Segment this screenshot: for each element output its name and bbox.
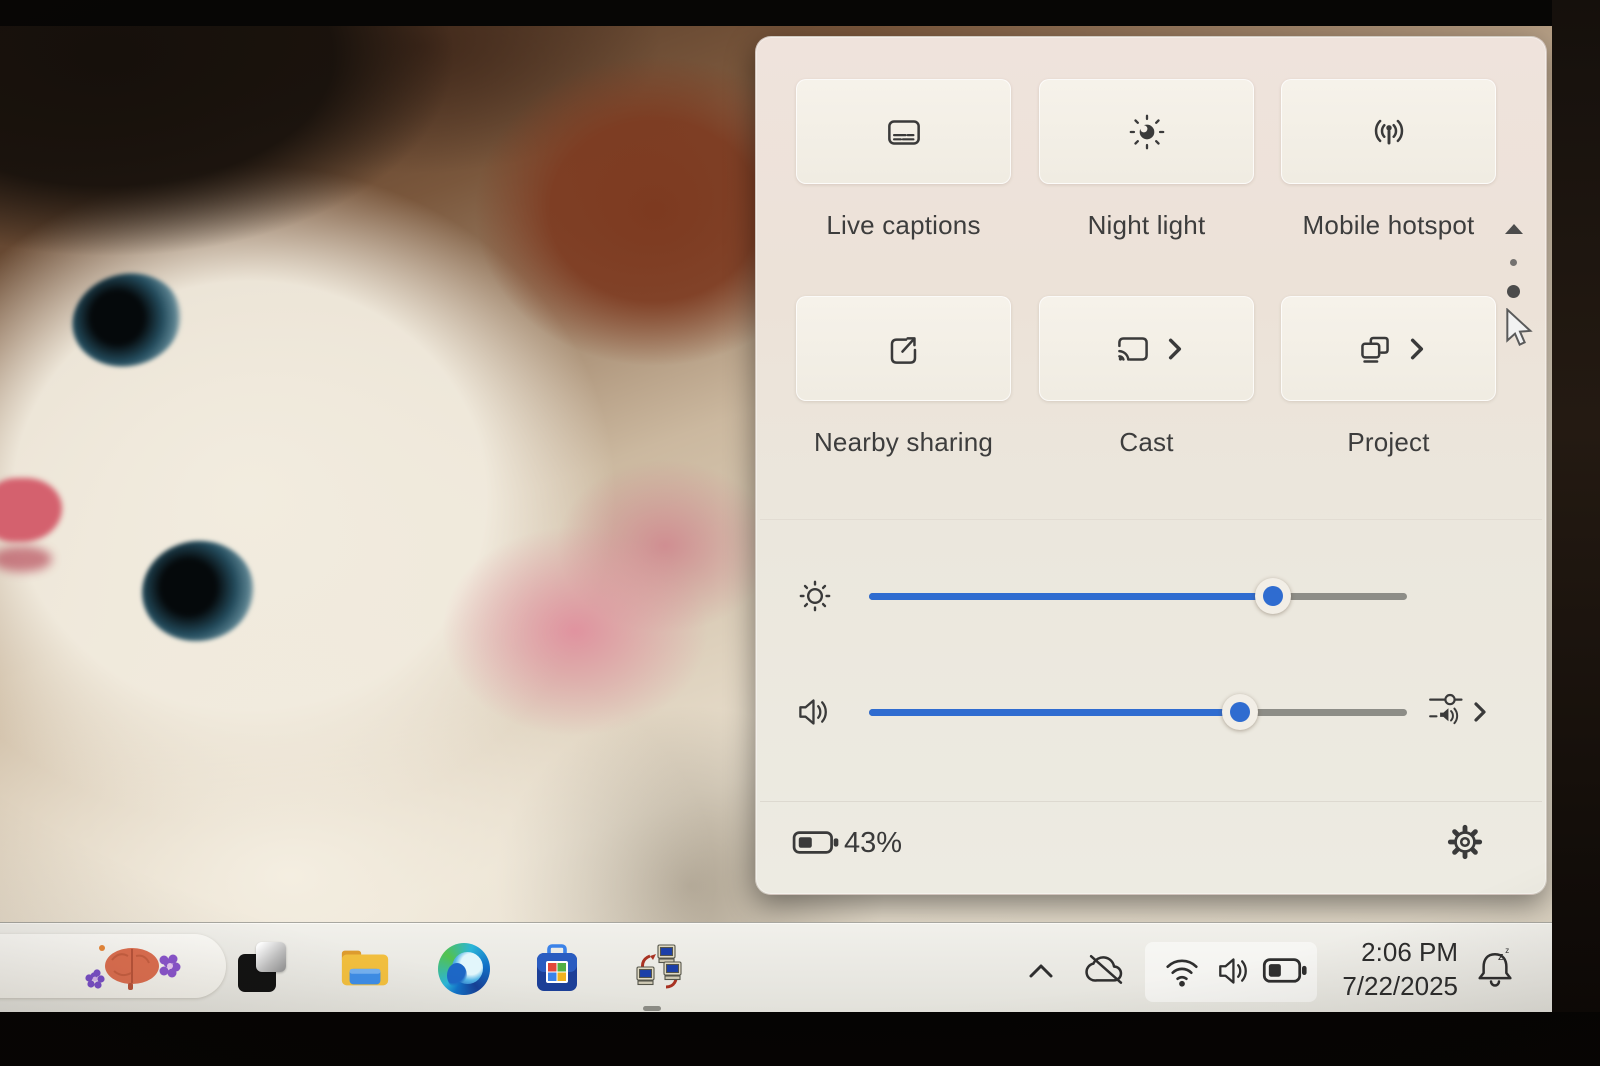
- screen-bezel: [1552, 0, 1600, 1066]
- kitten-mouth: [0, 546, 52, 572]
- footer-divider: [760, 801, 1542, 802]
- tile-cell-cast: Cast: [1039, 296, 1254, 458]
- chevron-up-icon[interactable]: [1026, 958, 1056, 984]
- tile-cell-live-captions: Live captions: [796, 79, 1011, 241]
- mouse-cursor: [1502, 308, 1536, 348]
- clock-date: 7/22/2025: [1316, 970, 1458, 1004]
- tile-label: Mobile hotspot: [1281, 210, 1496, 241]
- wifi-icon[interactable]: [1160, 948, 1204, 992]
- network-computers-icon: [632, 943, 686, 997]
- running-indicator: [643, 1006, 661, 1011]
- volume-slider-row: [756, 682, 1546, 742]
- kitten-eye: [63, 262, 192, 378]
- squares-app-icon: [256, 942, 286, 972]
- battery-tray-icon[interactable]: [1262, 956, 1310, 986]
- volume-icon: [792, 691, 836, 733]
- tile-label: Night light: [1039, 210, 1254, 241]
- brightness-slider-row: [756, 566, 1546, 626]
- cast-button[interactable]: [1039, 296, 1254, 401]
- page-dot[interactable]: [1510, 259, 1517, 266]
- network-tool-button[interactable]: [626, 942, 678, 994]
- mobile-hotspot-icon: [1366, 109, 1412, 155]
- store-icon: [530, 943, 584, 997]
- tile-label: Project: [1281, 427, 1496, 458]
- clock-time: 2:06 PM: [1316, 936, 1458, 970]
- kitten-nose: [0, 478, 62, 542]
- brightness-thumb[interactable]: [1255, 578, 1291, 614]
- project-icon: [1352, 326, 1398, 372]
- search-box[interactable]: [0, 934, 226, 998]
- volume-track[interactable]: [869, 709, 1407, 716]
- audio-output-button[interactable]: [1426, 686, 1474, 735]
- speaker-icon[interactable]: [1212, 950, 1258, 992]
- squares-app-button[interactable]: [236, 942, 288, 994]
- tile-cell-mobile-hotspot: Mobile hotspot: [1281, 79, 1496, 241]
- volume-mixer-icon: [1426, 686, 1474, 732]
- panel-footer: 43%: [756, 801, 1546, 894]
- project-button[interactable]: [1281, 296, 1496, 401]
- kitten-eye: [136, 534, 261, 649]
- screen-bezel: [0, 1012, 1600, 1066]
- bell-dnd-icon[interactable]: z z: [1470, 944, 1520, 994]
- cast-icon: [1110, 326, 1156, 372]
- chevron-right-icon: [1166, 336, 1184, 362]
- volume-fill: [869, 709, 1240, 716]
- file-explorer-button[interactable]: [332, 942, 384, 994]
- brightness-icon: [794, 575, 836, 617]
- nearby-sharing-button[interactable]: [796, 296, 1011, 401]
- chevron-right-icon[interactable]: [1472, 700, 1488, 724]
- brightness-track[interactable]: [869, 593, 1407, 600]
- volume-thumb[interactable]: [1222, 694, 1258, 730]
- tile-label: Live captions: [796, 210, 1011, 241]
- battery-icon: [792, 829, 842, 857]
- folder-icon: [338, 943, 392, 991]
- chevron-right-icon: [1408, 336, 1426, 362]
- tile-cell-nearby-sharing: Nearby sharing: [796, 296, 1011, 458]
- mobile-hotspot-button[interactable]: [1281, 79, 1496, 184]
- quick-settings-panel: Live captions Night light: [755, 36, 1547, 895]
- screen: Live captions Night light: [0, 0, 1600, 1066]
- live-captions-icon: [881, 109, 927, 155]
- screen-bezel: [0, 0, 1600, 26]
- edge-icon: [438, 943, 490, 995]
- live-captions-button[interactable]: [796, 79, 1011, 184]
- tile-label: Nearby sharing: [796, 427, 1011, 458]
- edge-button[interactable]: [432, 942, 484, 994]
- page-up-arrow[interactable]: [1501, 219, 1527, 239]
- section-divider: [760, 519, 1542, 520]
- search-brain-icon: [72, 938, 190, 994]
- page-dot-active[interactable]: [1507, 285, 1520, 298]
- tile-cell-night-light: Night light: [1039, 79, 1254, 241]
- clock[interactable]: 2:06 PM 7/22/2025: [1316, 936, 1458, 1004]
- brightness-fill: [869, 593, 1273, 600]
- night-light-button[interactable]: [1039, 79, 1254, 184]
- tile-label: Cast: [1039, 427, 1254, 458]
- settings-gear-icon: [1444, 821, 1486, 863]
- night-light-icon: [1124, 109, 1170, 155]
- svg-text:z: z: [1505, 946, 1509, 955]
- svg-text:z: z: [1498, 951, 1504, 963]
- microsoft-store-button[interactable]: [524, 942, 576, 994]
- cloud-offline-icon[interactable]: [1083, 948, 1129, 992]
- battery-percent: 43%: [844, 827, 902, 860]
- nearby-sharing-icon: [881, 326, 927, 372]
- tile-cell-project: Project: [1281, 296, 1496, 458]
- settings-button[interactable]: [1444, 821, 1486, 866]
